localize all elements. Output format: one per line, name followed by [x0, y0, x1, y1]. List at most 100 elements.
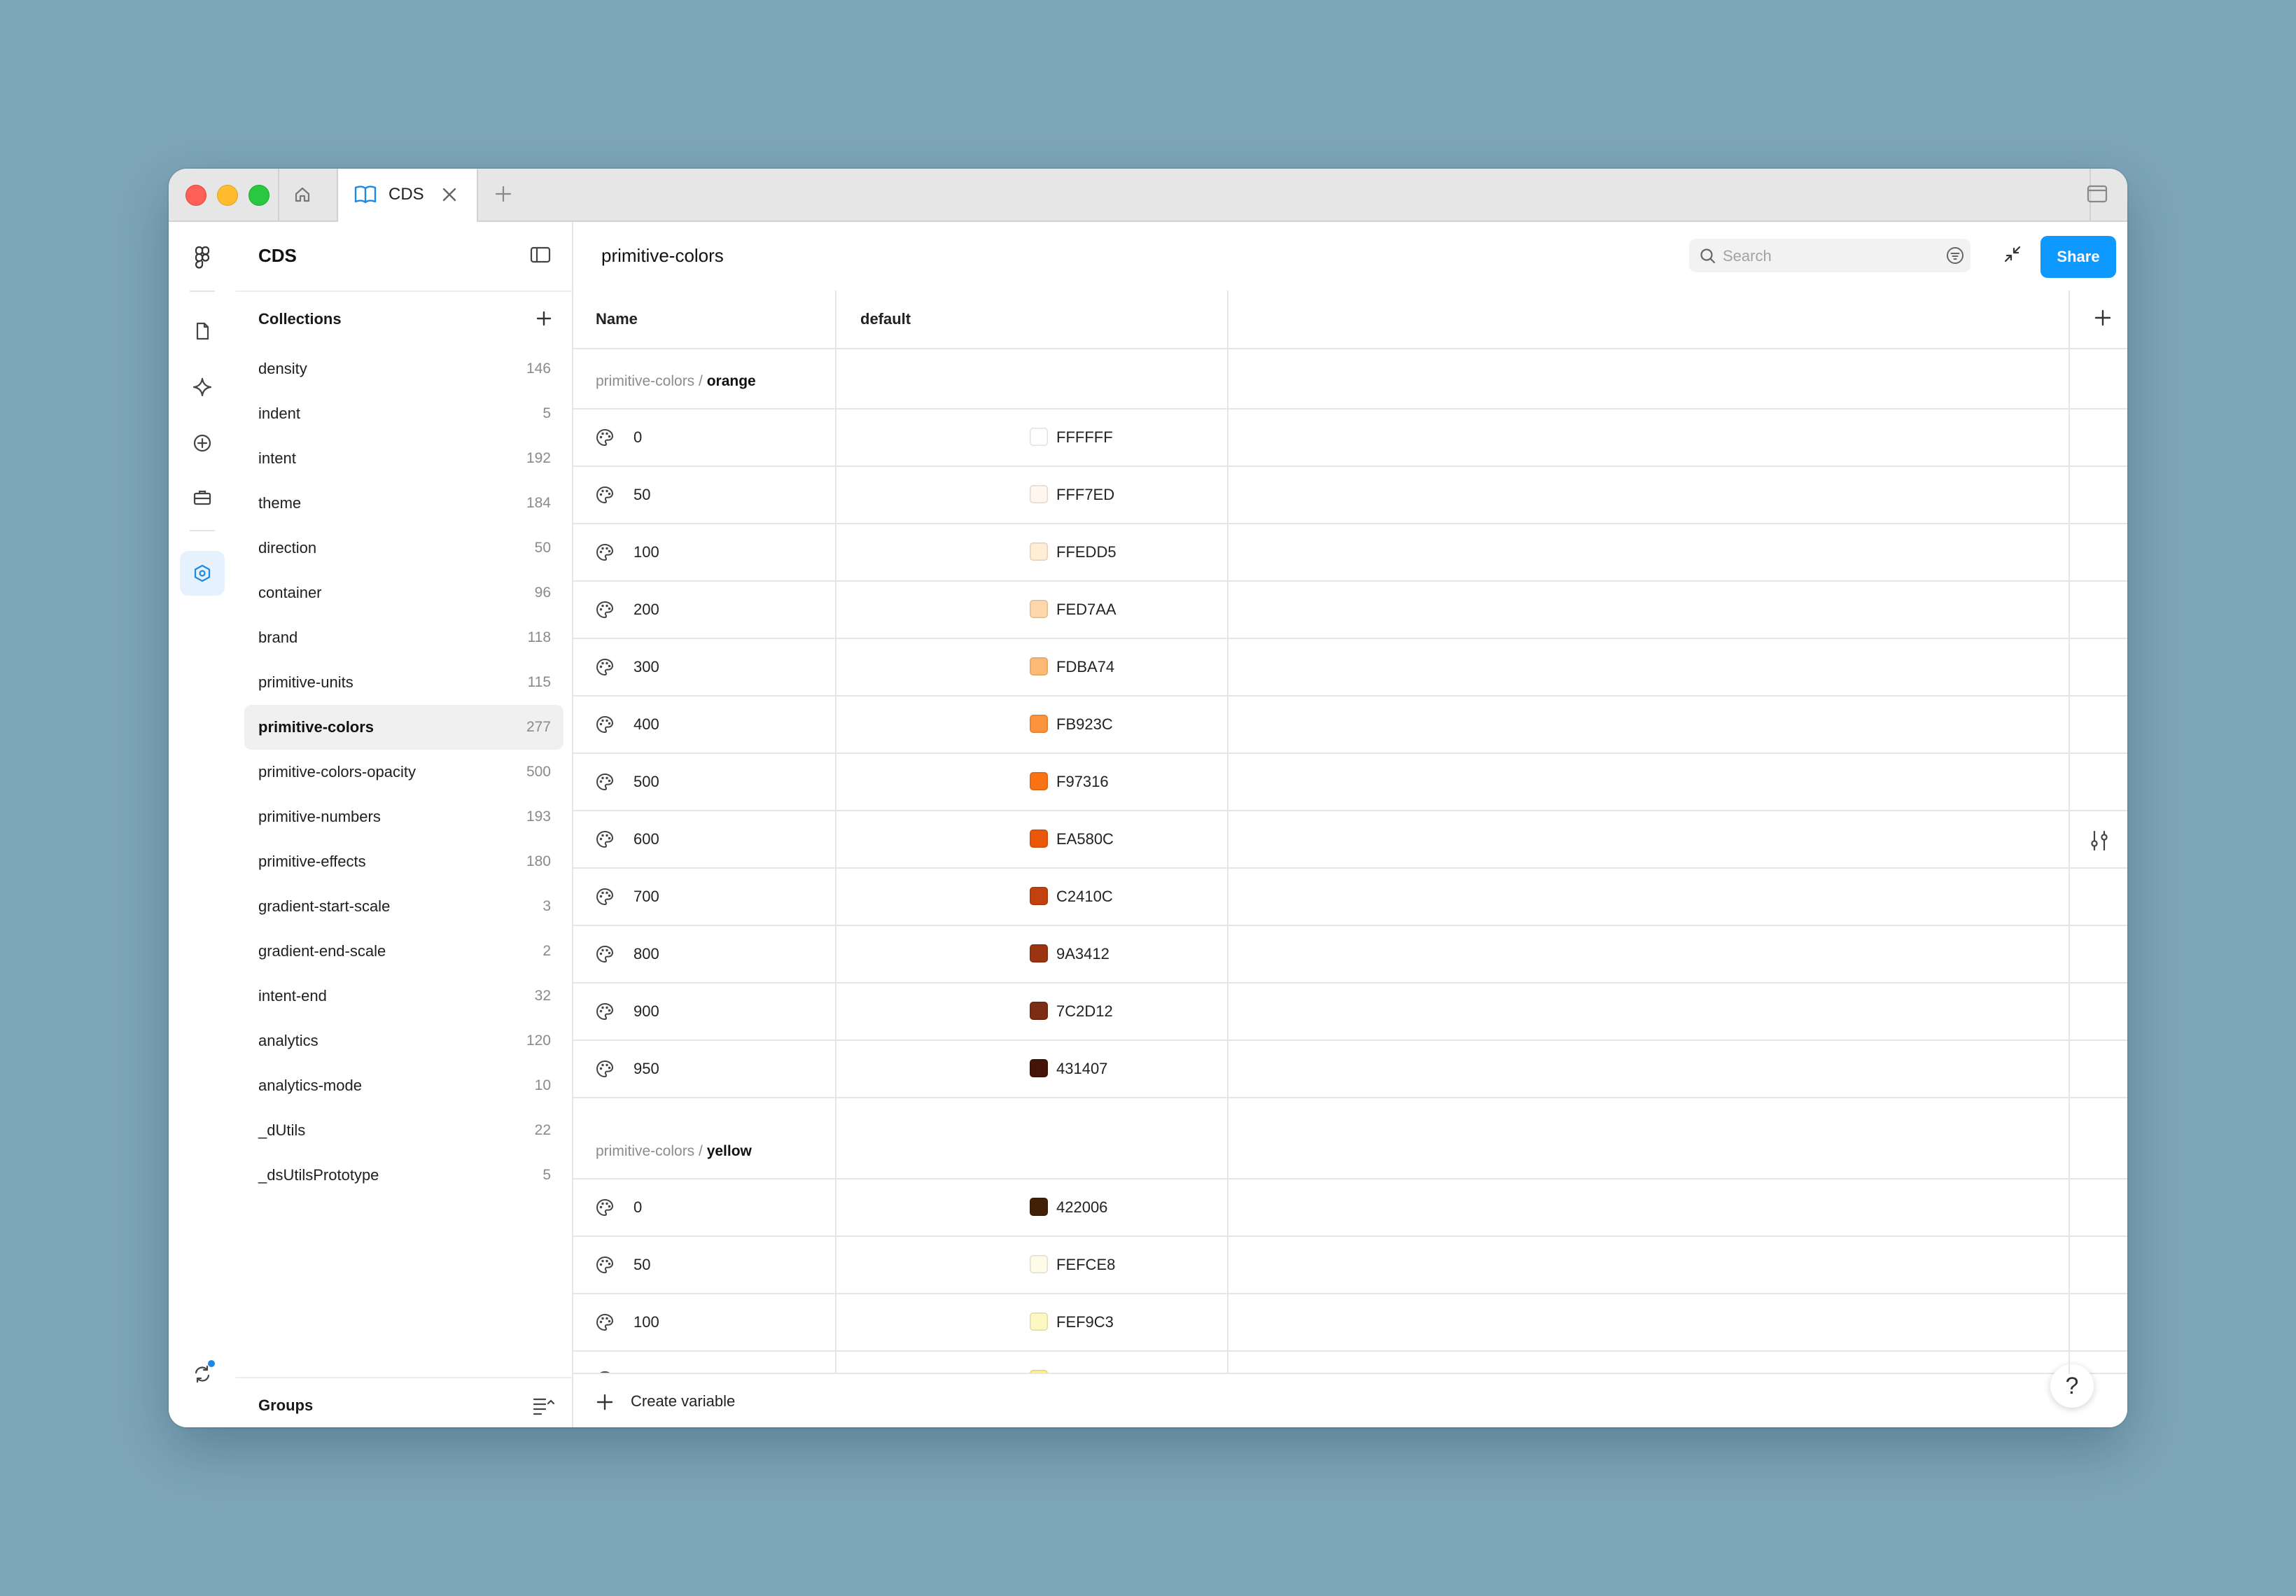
variable-row[interactable]: 400 FB923C: [573, 696, 2127, 754]
collection-item[interactable]: intent 192: [244, 436, 564, 481]
column-header-name[interactable]: Name: [596, 310, 638, 328]
color-value[interactable]: FED7AA: [1056, 601, 1116, 619]
variable-name[interactable]: 300: [634, 658, 659, 676]
variable-row[interactable]: 0 422006: [573, 1180, 2127, 1237]
collection-item[interactable]: _dUtils 22: [244, 1108, 564, 1153]
color-swatch[interactable]: [1030, 772, 1048, 790]
variable-name[interactable]: 400: [634, 715, 659, 734]
color-swatch[interactable]: [1030, 657, 1048, 676]
collection-item[interactable]: container 96: [244, 570, 564, 615]
collection-item[interactable]: brand 118: [244, 615, 564, 660]
variable-name[interactable]: 0: [634, 1198, 642, 1217]
window-maximize-button[interactable]: [248, 185, 270, 206]
collection-item[interactable]: analytics 120: [244, 1018, 564, 1063]
collection-item[interactable]: indent 5: [244, 391, 564, 436]
collection-item[interactable]: gradient-start-scale 3: [244, 884, 564, 929]
home-tab-button[interactable]: [288, 180, 317, 209]
plus-icon[interactable]: [594, 1392, 615, 1416]
plugins-button[interactable]: [180, 475, 225, 520]
variable-row[interactable]: 600 EA580C: [573, 811, 2127, 869]
variable-row[interactable]: 700 C2410C: [573, 869, 2127, 926]
color-swatch[interactable]: [1030, 944, 1048, 962]
variable-row[interactable]: 50 FEFCE8: [573, 1237, 2127, 1294]
color-value[interactable]: FEFCE8: [1056, 1256, 1115, 1274]
add-collection-icon[interactable]: [533, 307, 555, 333]
variable-row[interactable]: 100 FFEDD5: [573, 524, 2127, 582]
variable-name[interactable]: 50: [634, 1256, 650, 1274]
variable-name[interactable]: 700: [634, 888, 659, 906]
column-header-default[interactable]: default: [860, 310, 911, 328]
color-swatch[interactable]: [1030, 1002, 1048, 1020]
list-collapse-icon[interactable]: [531, 1394, 555, 1420]
sidebar-toggle-icon[interactable]: [528, 243, 552, 270]
window-minimize-button[interactable]: [217, 185, 238, 206]
figma-logo-button[interactable]: [180, 236, 225, 281]
color-value[interactable]: 422006: [1056, 1198, 1107, 1217]
color-value[interactable]: FEF9C3: [1056, 1313, 1114, 1331]
collection-item[interactable]: analytics-mode 10: [244, 1063, 564, 1108]
variable-name[interactable]: 900: [634, 1002, 659, 1021]
variable-row[interactable]: 300 FDBA74: [573, 639, 2127, 696]
color-value[interactable]: 9A3412: [1056, 945, 1110, 963]
color-value[interactable]: FFF7ED: [1056, 486, 1114, 504]
color-value[interactable]: 7C2D12: [1056, 1002, 1113, 1021]
variable-name[interactable]: 0: [634, 428, 642, 447]
edit-variable-icon[interactable]: [2087, 828, 2112, 857]
collection-item[interactable]: primitive-colors-opacity 500: [244, 750, 564, 794]
variable-row[interactable]: [573, 1352, 2127, 1374]
variable-name[interactable]: 50: [634, 486, 650, 504]
variable-name[interactable]: 100: [634, 543, 659, 561]
color-swatch[interactable]: [1030, 600, 1048, 618]
color-swatch[interactable]: [1030, 1059, 1048, 1077]
new-tab-icon[interactable]: [491, 181, 516, 210]
color-value[interactable]: EA580C: [1056, 830, 1114, 848]
variable-row[interactable]: 500 F97316: [573, 754, 2127, 811]
collection-item[interactable]: intent-end 32: [244, 974, 564, 1018]
variables-button[interactable]: [180, 551, 225, 596]
color-swatch[interactable]: [1030, 1198, 1048, 1216]
variable-row[interactable]: 200 FED7AA: [573, 582, 2127, 639]
color-value[interactable]: FFEDD5: [1056, 543, 1116, 561]
color-swatch[interactable]: [1030, 1255, 1048, 1273]
variable-name[interactable]: 950: [634, 1060, 659, 1078]
color-value[interactable]: 431407: [1056, 1060, 1107, 1078]
color-value[interactable]: F97316: [1056, 773, 1109, 791]
share-button[interactable]: Share: [2040, 236, 2116, 278]
collection-item[interactable]: primitive-units 115: [244, 660, 564, 705]
collapse-window-icon[interactable]: [2000, 241, 2025, 270]
variable-name[interactable]: 600: [634, 830, 659, 848]
variable-row[interactable]: 100 FEF9C3: [573, 1294, 2127, 1352]
variable-name[interactable]: 100: [634, 1313, 659, 1331]
color-swatch[interactable]: [1030, 542, 1048, 561]
add-mode-icon[interactable]: [2091, 306, 2115, 333]
color-swatch[interactable]: [1030, 1312, 1048, 1331]
color-swatch[interactable]: [1030, 715, 1048, 733]
help-button[interactable]: ?: [2050, 1364, 2094, 1408]
variable-row[interactable]: 950 431407: [573, 1041, 2127, 1098]
assets-button[interactable]: [180, 365, 225, 410]
color-value[interactable]: FB923C: [1056, 715, 1113, 734]
collection-item[interactable]: primitive-effects 180: [244, 839, 564, 884]
collection-item[interactable]: primitive-colors 277: [244, 705, 564, 750]
create-variable-button[interactable]: Create variable: [631, 1392, 735, 1410]
variable-name[interactable]: 200: [634, 601, 659, 619]
collection-item[interactable]: _dsUtilsPrototype 5: [244, 1153, 564, 1198]
color-swatch[interactable]: [1030, 887, 1048, 905]
add-button[interactable]: [180, 421, 225, 465]
sync-button[interactable]: [180, 1352, 225, 1396]
variable-row[interactable]: 900 7C2D12: [573, 983, 2127, 1041]
variable-name[interactable]: 500: [634, 773, 659, 791]
close-tab-icon[interactable]: [440, 186, 458, 207]
variable-row[interactable]: 50 FFF7ED: [573, 467, 2127, 524]
variable-name[interactable]: 800: [634, 945, 659, 963]
collection-item[interactable]: primitive-numbers 193: [244, 794, 564, 839]
search-box[interactable]: [1689, 239, 1970, 272]
color-value[interactable]: FFFFFF: [1056, 428, 1113, 447]
collection-item[interactable]: theme 184: [244, 481, 564, 526]
collection-item[interactable]: density 146: [244, 346, 564, 391]
variable-row[interactable]: 0 FFFFFF: [573, 410, 2127, 467]
color-value[interactable]: FDBA74: [1056, 658, 1114, 676]
tab-cds[interactable]: CDS: [337, 169, 478, 222]
color-swatch[interactable]: [1030, 830, 1048, 848]
pages-button[interactable]: [180, 309, 225, 354]
